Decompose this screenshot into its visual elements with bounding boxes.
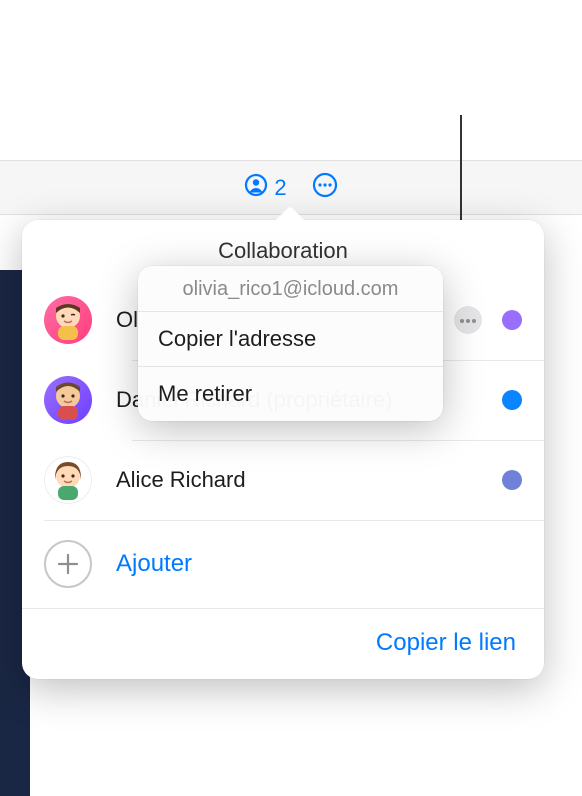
toolbar-more-button[interactable]: [312, 172, 338, 203]
ellipsis-icon: [459, 311, 477, 329]
collaboration-indicator[interactable]: 2: [244, 173, 286, 203]
popover-title: Collaboration: [22, 238, 544, 264]
avatar: [44, 376, 92, 424]
person-icon: [244, 173, 268, 203]
collab-count: 2: [274, 175, 286, 201]
participant-name: Alice Richard: [116, 467, 502, 493]
add-participant-button[interactable]: Ajouter: [22, 520, 544, 608]
context-menu-email: olivia_rico1@icloud.com: [138, 266, 443, 311]
context-menu: olivia_rico1@icloud.com Copier l'adresse…: [138, 266, 443, 421]
participant-color-dot: [502, 310, 522, 330]
participant-row[interactable]: Alice Richard: [22, 440, 544, 520]
copy-link-button[interactable]: Copier le lien: [376, 629, 516, 657]
context-menu-remove-self[interactable]: Me retirer: [138, 366, 443, 421]
participant-more-button[interactable]: [454, 306, 482, 334]
plus-circle-icon: [44, 540, 92, 588]
add-label: Ajouter: [116, 550, 192, 578]
avatar: [44, 456, 92, 504]
avatar: [44, 296, 92, 344]
more-circle-icon: [312, 172, 338, 203]
participant-color-dot: [502, 390, 522, 410]
participant-color-dot: [502, 470, 522, 490]
context-menu-copy-address[interactable]: Copier l'adresse: [138, 311, 443, 366]
